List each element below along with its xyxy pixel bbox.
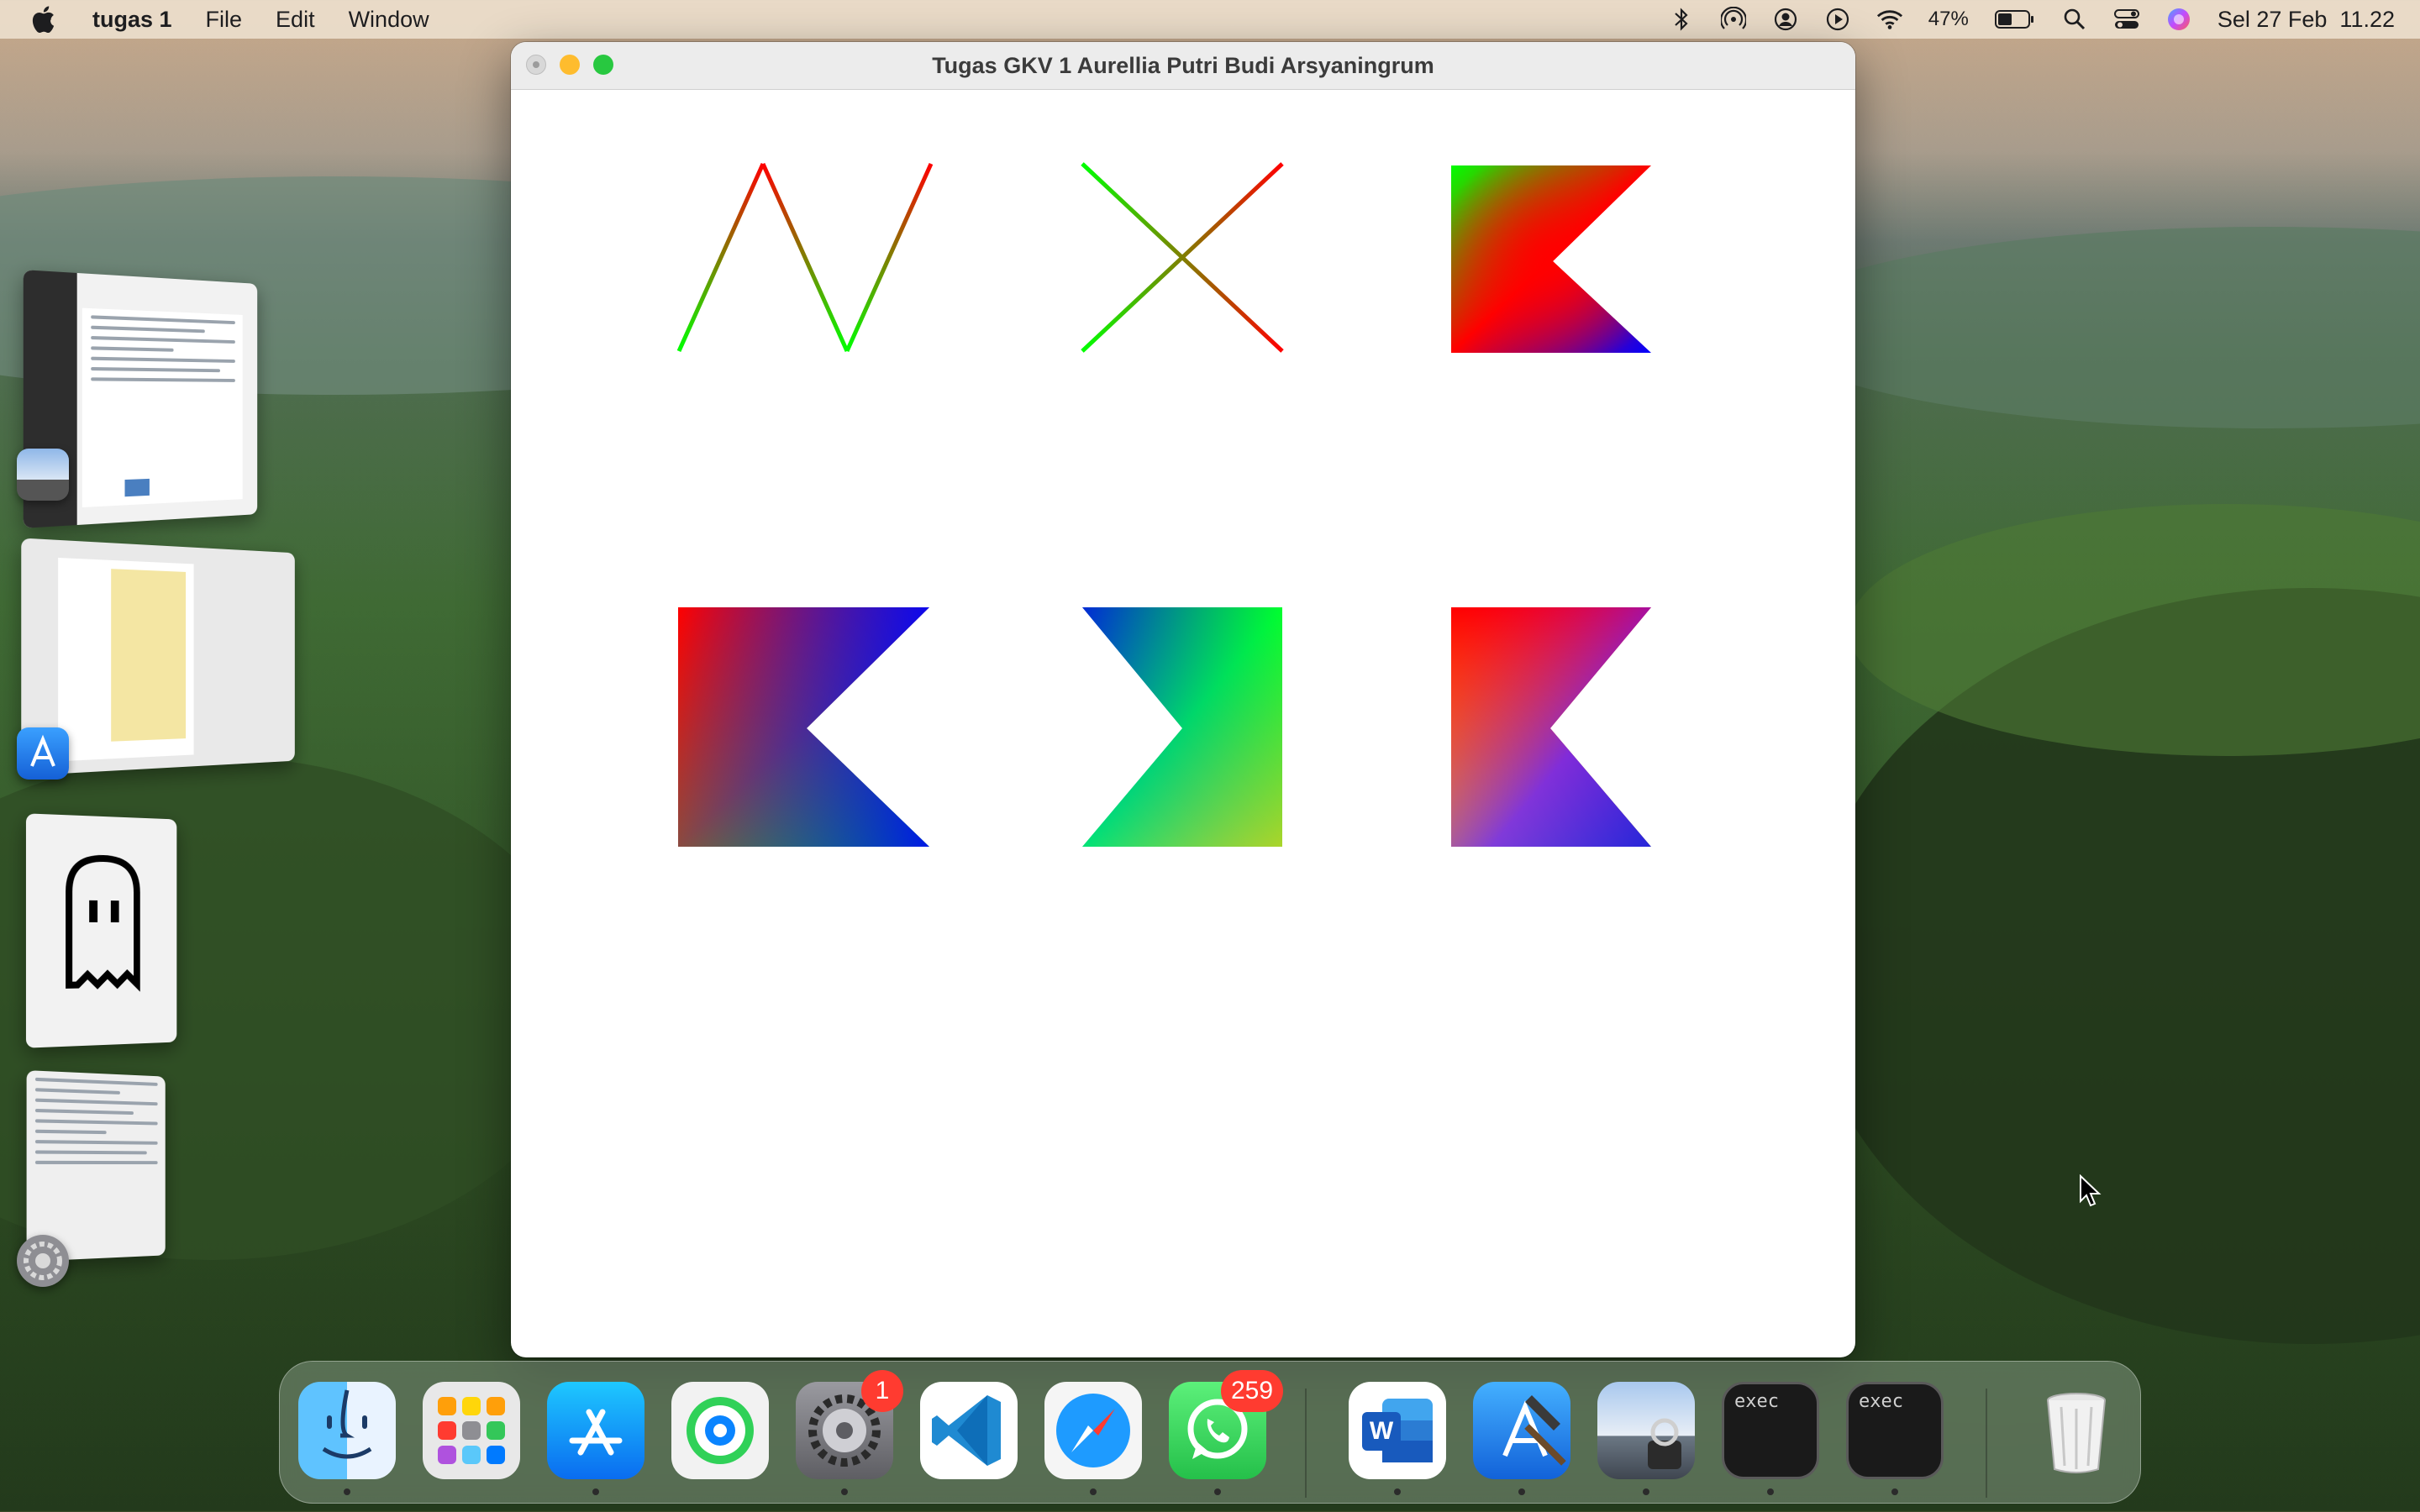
- preview-running-indicator: [1643, 1488, 1649, 1495]
- app-window: Tugas GKV 1 Aurellia Putri Budi Arsyanin…: [511, 42, 1855, 1357]
- menu-app-name[interactable]: tugas 1: [92, 7, 172, 33]
- app-store-running-indicator: [592, 1488, 599, 1495]
- find-my-icon: [687, 1397, 754, 1464]
- siri-icon[interactable]: [2165, 6, 2192, 33]
- exec-label: exec: [1859, 1391, 1903, 1412]
- menu-bar: tugas 1 File Edit Window 47% Sel 27 Feb …: [0, 0, 2420, 39]
- word-running-indicator: [1394, 1488, 1401, 1495]
- mouse-cursor-icon: [2079, 1173, 2102, 1212]
- safari-compass-icon: [1056, 1394, 1130, 1467]
- exec-2-running-indicator: [1891, 1488, 1898, 1495]
- dock: 1 259 W exec exec: [279, 1361, 2141, 1504]
- apple-logo-icon[interactable]: [30, 5, 64, 34]
- safari-running-indicator: [1090, 1488, 1097, 1495]
- dock-vscode[interactable]: [920, 1382, 1018, 1479]
- dock-launchpad[interactable]: [423, 1382, 520, 1479]
- dock-exec-terminal-1[interactable]: exec: [1722, 1382, 1819, 1479]
- dock-separator: [1986, 1389, 1987, 1498]
- spotlight-search-icon[interactable]: [2061, 6, 2088, 33]
- window-close-button[interactable]: [526, 55, 546, 75]
- xcode-app-icon: [17, 727, 69, 780]
- notched-polygon-gradient-2: [678, 607, 929, 847]
- vscode-icon: [932, 1395, 1001, 1466]
- dock-app-store[interactable]: [547, 1382, 644, 1479]
- menu-window[interactable]: Window: [349, 7, 429, 33]
- opengl-canvas: [511, 90, 1855, 1357]
- notched-polygon-gradient-3: [1451, 607, 1651, 847]
- system-settings-badge: 1: [861, 1370, 903, 1412]
- dock-finder[interactable]: [298, 1382, 396, 1479]
- word-icon: W: [1362, 1399, 1433, 1462]
- battery-percent: 47%: [1928, 8, 1969, 30]
- dock-preview[interactable]: [1597, 1382, 1695, 1479]
- window-title: Tugas GKV 1 Aurellia Putri Budi Arsyanin…: [932, 52, 1434, 78]
- wifi-icon[interactable]: [1876, 6, 1903, 33]
- window-fullscreen-button[interactable]: [593, 55, 613, 75]
- airdrop-icon[interactable]: [1720, 6, 1747, 33]
- zigzag-line-strip: [676, 162, 934, 353]
- exec-label: exec: [1734, 1391, 1779, 1412]
- exec-1-running-indicator: [1767, 1488, 1774, 1495]
- xcode-running-indicator: [1518, 1488, 1525, 1495]
- dock-word[interactable]: W: [1349, 1382, 1446, 1479]
- menu-edit[interactable]: Edit: [276, 7, 315, 33]
- finder-icon: [322, 1389, 372, 1459]
- window-titlebar[interactable]: Tugas GKV 1 Aurellia Putri Budi Arsyanin…: [511, 42, 1855, 90]
- trash-icon: [2047, 1393, 2106, 1473]
- hourglass-line-loop: [1081, 161, 1284, 354]
- stage-thumb-ghost-app[interactable]: [25, 813, 177, 1048]
- dock-safari[interactable]: [1044, 1382, 1142, 1479]
- whatsapp-running-indicator: [1214, 1488, 1221, 1495]
- hammer-icon: [1502, 1395, 1566, 1466]
- preview-app-icon: [17, 449, 69, 501]
- dock-separator: [1305, 1389, 1307, 1498]
- svg-text:W: W: [1370, 1417, 1394, 1445]
- dock-exec-terminal-2[interactable]: exec: [1846, 1382, 1944, 1479]
- ghost-icon: [26, 813, 176, 1047]
- window-minimize-button[interactable]: [560, 55, 580, 75]
- now-playing-icon[interactable]: [1824, 6, 1851, 33]
- bowtie-polygon-gradient: [1082, 607, 1282, 847]
- control-center-icon[interactable]: [2113, 6, 2140, 33]
- system-settings-app-icon: [17, 1235, 69, 1287]
- whatsapp-badge: 259: [1221, 1370, 1284, 1412]
- battery-icon[interactable]: [1994, 6, 2036, 33]
- canvas-drawing: [676, 161, 1651, 847]
- finder-running-indicator: [344, 1488, 350, 1495]
- notched-polygon-gradient-1: [1451, 165, 1651, 353]
- preview-icon: [1648, 1418, 1681, 1469]
- dock-find-my[interactable]: [671, 1382, 769, 1479]
- system-settings-running-indicator: [841, 1488, 848, 1495]
- app-store-icon: [569, 1409, 623, 1456]
- stage-thumb-settings[interactable]: [26, 1070, 166, 1262]
- menu-file[interactable]: File: [206, 7, 243, 33]
- dock-trash[interactable]: [2028, 1382, 2125, 1479]
- clock-datetime[interactable]: Sel 27 Feb 11.22: [2217, 7, 2395, 33]
- launchpad-icon: [438, 1397, 505, 1464]
- user-account-icon[interactable]: [1772, 6, 1799, 33]
- bluetooth-icon[interactable]: [1668, 6, 1695, 33]
- dock-xcode[interactable]: [1473, 1382, 1570, 1479]
